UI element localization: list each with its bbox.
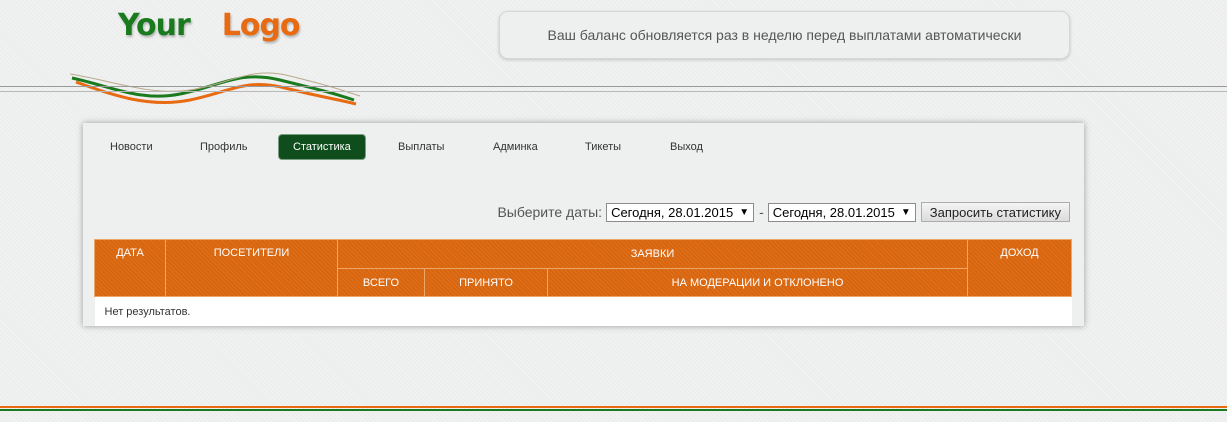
main-nav: Новости Профиль Статистика Выплаты Админ… <box>83 135 1084 159</box>
chevron-down-icon: ▼ <box>739 206 750 218</box>
statistics-table: Дата Посетители Заявки Доход Всего Приня… <box>94 239 1072 326</box>
nav-item-statistics[interactable]: Статистика <box>279 135 365 159</box>
header-divider-bottom <box>0 91 1227 92</box>
nav-item-tickets[interactable]: Тикеты <box>585 135 621 159</box>
logo-word-logo: Logo <box>221 8 301 43</box>
nav-item-profile[interactable]: Профиль <box>200 135 248 159</box>
nav-item-payouts[interactable]: Выплаты <box>398 135 444 159</box>
date-to-value: Сегодня, 28.01.2015 <box>772 204 895 220</box>
column-header-total: Всего <box>337 268 425 297</box>
date-filter: Выберите даты: Сегодня, 28.01.2015 ▼ - С… <box>497 202 1070 222</box>
chevron-down-icon: ▼ <box>900 206 911 218</box>
date-separator: - <box>759 204 764 220</box>
nav-item-admin[interactable]: Админка <box>493 135 538 159</box>
logo-word-your: Your <box>118 8 191 43</box>
footer-line-orange <box>0 406 1227 408</box>
date-filter-label: Выберите даты: <box>497 204 603 220</box>
date-from-select[interactable]: Сегодня, 28.01.2015 ▼ <box>606 202 755 222</box>
nav-item-logout[interactable]: Выход <box>670 135 703 159</box>
column-header-accepted: Принято <box>424 268 548 297</box>
content-panel: Новости Профиль Статистика Выплаты Админ… <box>83 123 1084 326</box>
nav-item-news[interactable]: Новости <box>110 135 153 159</box>
site-logo[interactable]: Your Logo <box>118 8 301 43</box>
balance-notice: Ваш баланс обновляется раз в неделю пере… <box>499 11 1070 59</box>
column-header-moderation: На модерации и отклонено <box>547 268 968 297</box>
column-header-income: Доход <box>967 239 1072 297</box>
empty-results-message: Нет результатов. <box>94 296 1072 326</box>
column-header-date: Дата <box>94 239 166 297</box>
table-row: Нет результатов. <box>94 296 1072 326</box>
footer-line-green <box>0 409 1227 411</box>
header-divider-top <box>0 86 1227 87</box>
logo-swoosh-icon <box>70 72 360 106</box>
date-to-select[interactable]: Сегодня, 28.01.2015 ▼ <box>767 202 916 222</box>
request-statistics-button[interactable]: Запросить статистику <box>920 202 1070 222</box>
column-header-visitors: Посетители <box>165 239 338 297</box>
date-from-value: Сегодня, 28.01.2015 <box>611 204 734 220</box>
header: Your Logo Ваш баланс обновляется раз в не… <box>0 0 1227 118</box>
column-header-requests: Заявки <box>337 239 968 269</box>
